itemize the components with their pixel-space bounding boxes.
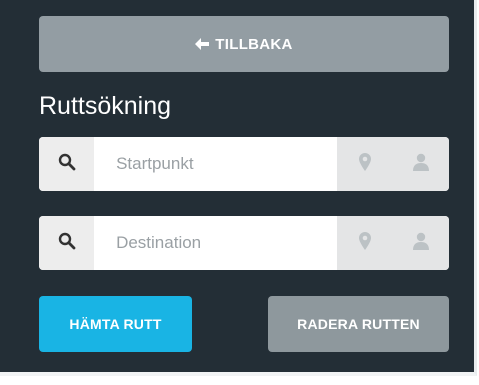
search-icon: [58, 232, 76, 255]
start-point-input[interactable]: [94, 137, 338, 191]
back-button-label: TILLBAKA: [215, 35, 293, 53]
user-icon: [413, 232, 429, 255]
destination-input[interactable]: [94, 216, 338, 270]
start-point-field: [39, 137, 449, 191]
start-search-button[interactable]: [39, 137, 95, 191]
start-location-button[interactable]: [345, 144, 385, 184]
start-user-button[interactable]: [401, 144, 441, 184]
back-button[interactable]: TILLBAKA: [39, 16, 449, 72]
search-icon: [58, 153, 76, 176]
map-pin-icon: [359, 152, 372, 176]
page-title: Ruttsökning: [39, 92, 172, 120]
user-icon: [413, 153, 429, 176]
arrow-left-icon: [195, 38, 210, 50]
clear-route-button[interactable]: RADERA RUTTEN: [268, 296, 449, 352]
route-search-panel: TILLBAKA Ruttsökning Startpunkt Destinat…: [0, 0, 477, 376]
destination-search-button[interactable]: [39, 216, 95, 270]
map-pin-icon: [359, 231, 372, 255]
start-field-tools: [337, 137, 449, 191]
destination-field: [39, 216, 449, 270]
destination-field-tools: [337, 216, 449, 270]
fetch-route-button[interactable]: HÄMTA RUTT: [39, 296, 192, 352]
destination-user-button[interactable]: [401, 223, 441, 263]
destination-location-button[interactable]: [345, 223, 385, 263]
